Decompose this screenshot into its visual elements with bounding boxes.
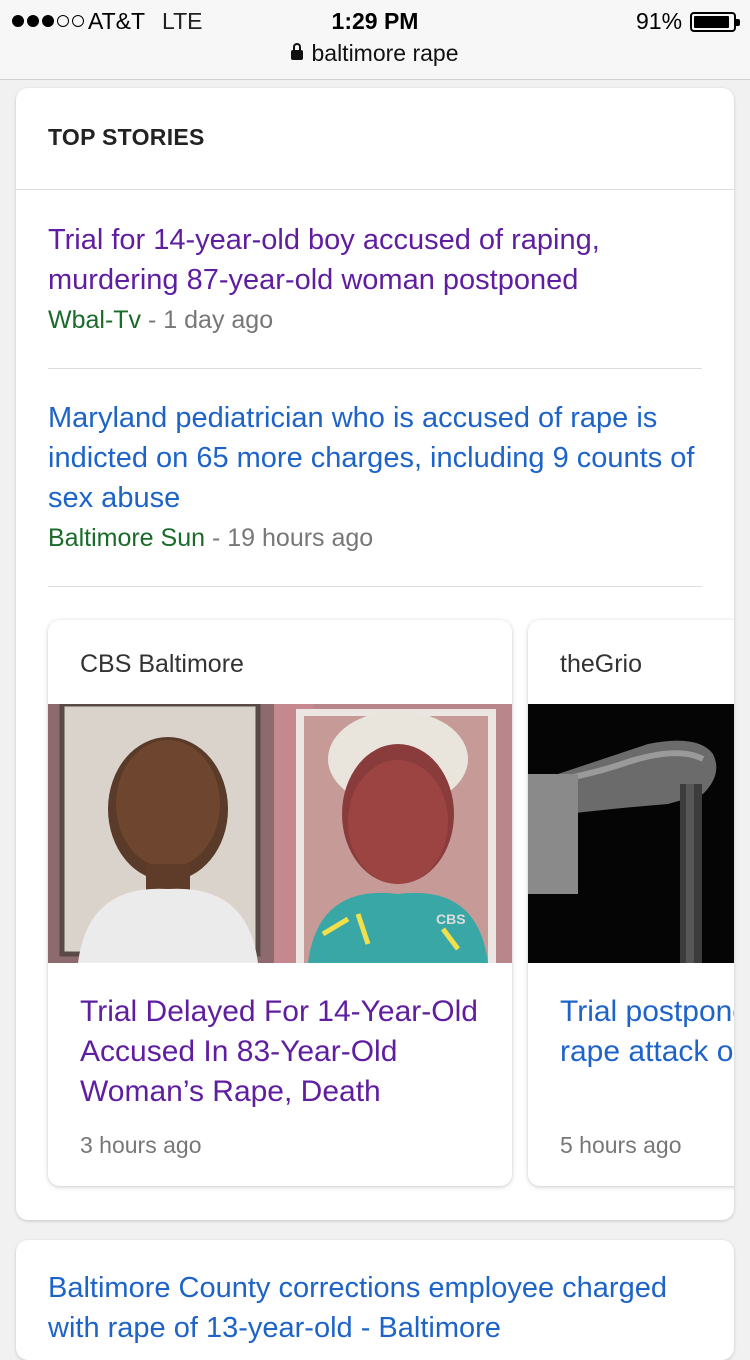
logo-watermark: CBS (436, 911, 466, 927)
carousel-source: CBS Baltimore (80, 650, 244, 678)
search-result-card[interactable]: Baltimore County corrections employee ch… (16, 1240, 734, 1360)
story-source: Baltimore Sun (48, 524, 206, 552)
story-item[interactable]: Maryland pediatrician who is accused of … (48, 398, 702, 553)
carousel-title[interactable]: Trial postponed Baltimore teen rape atta… (560, 992, 734, 1072)
divider (48, 586, 702, 587)
carousel-source: theGrio (560, 650, 642, 678)
address-text: baltimore rape (311, 40, 459, 66)
carousel-story-card[interactable]: theGrio Trial postponed Baltimore teen r… (528, 620, 734, 1186)
carousel-title[interactable]: Trial Delayed For 14-Year-Old Accused In… (80, 992, 490, 1112)
carousel-time: 5 hours ago (560, 1132, 682, 1158)
browser-top-bar: AT&T LTE 1:29 PM 91% baltimore rape (0, 0, 750, 80)
result-title[interactable]: Baltimore County corrections employee ch… (48, 1268, 708, 1348)
carousel-story-card[interactable]: CBS Baltimore CBS Trial Delayed For 14-Y… (48, 620, 512, 1186)
address-bar[interactable]: baltimore rape (0, 40, 750, 67)
hand-on-cane-image[interactable] (528, 704, 734, 963)
meta-separator: - (148, 306, 157, 334)
story-time: 19 hours ago (227, 524, 374, 552)
divider (48, 368, 702, 369)
status-bar: AT&T LTE 1:29 PM 91% (0, 6, 750, 36)
top-stories-card: TOP STORIES Trial for 14-year-old boy ac… (16, 88, 734, 1220)
story-title[interactable]: Trial for 14-year-old boy accused of rap… (48, 220, 702, 300)
meta-separator: - (211, 524, 221, 552)
top-stories-header: TOP STORIES (16, 88, 734, 190)
battery-level-fill (694, 16, 729, 28)
story-item[interactable]: Trial for 14-year-old boy accused of rap… (48, 220, 702, 335)
lock-icon (291, 43, 304, 60)
story-meta: Baltimore Sun - 19 hours ago (48, 524, 702, 553)
story-thumbnail: CBS (48, 704, 512, 963)
story-source: Wbal-Tv (48, 306, 142, 334)
story-meta: Wbal-Tv - 1 day ago (48, 306, 702, 335)
mugshot-photos-image[interactable]: CBS (48, 704, 512, 963)
battery-tip (736, 19, 740, 26)
battery-icon (690, 12, 740, 32)
story-time: 1 day ago (163, 306, 274, 334)
story-thumbnail (528, 704, 734, 963)
carousel-time: 3 hours ago (80, 1132, 202, 1158)
story-title[interactable]: Maryland pediatrician who is accused of … (48, 398, 702, 518)
battery-percent: 91% (636, 8, 683, 34)
